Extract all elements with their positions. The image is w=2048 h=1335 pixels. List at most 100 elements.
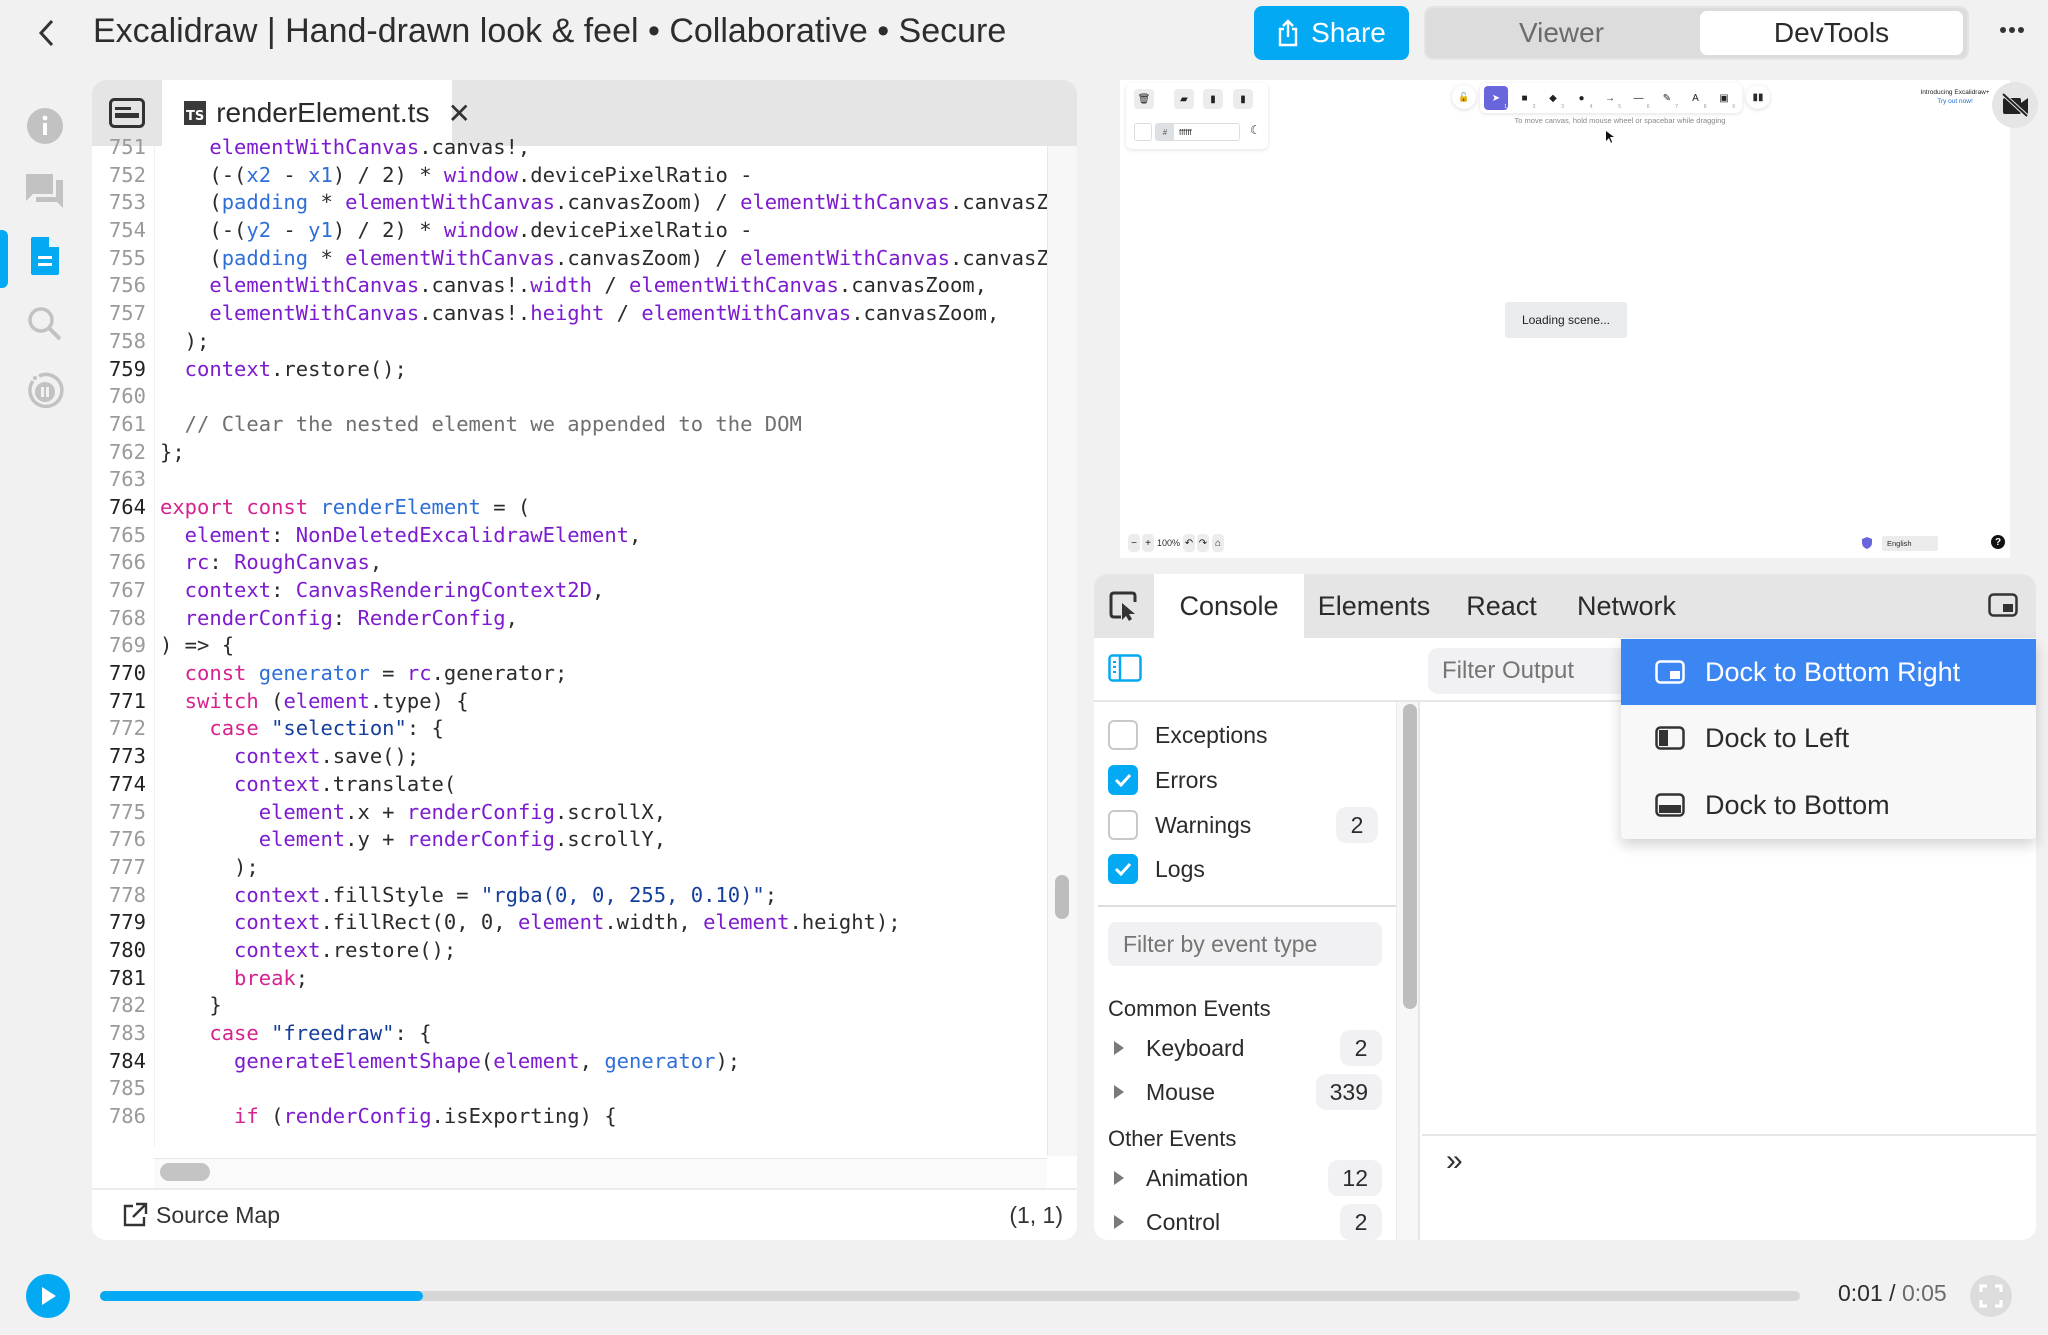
rail-item-info[interactable] bbox=[24, 105, 66, 147]
preview-tool-6[interactable]: —6 bbox=[1627, 86, 1651, 111]
preview-export-icon[interactable]: ▮ bbox=[1233, 89, 1253, 109]
preview-redo-button[interactable]: ↷ bbox=[1197, 534, 1209, 552]
line-number[interactable]: 764 bbox=[92, 494, 152, 522]
code-horizontal-scrollbar[interactable] bbox=[154, 1158, 1047, 1188]
filter-warnings[interactable]: Warnings 2 bbox=[1108, 807, 1378, 843]
line-number[interactable]: 786 bbox=[92, 1103, 152, 1131]
line-number[interactable]: 755 bbox=[92, 245, 152, 273]
line-number[interactable]: 761 bbox=[92, 411, 152, 439]
line-number[interactable]: 772 bbox=[92, 715, 152, 743]
preview-dark-mode-icon[interactable]: ☾ bbox=[1250, 123, 1261, 137]
fullscreen-button[interactable] bbox=[1970, 1275, 2012, 1317]
event-row-mouse[interactable]: Mouse 339 bbox=[1108, 1074, 1382, 1110]
line-number[interactable]: 756 bbox=[92, 272, 152, 300]
line-number[interactable]: 774 bbox=[92, 771, 152, 799]
line-number[interactable]: 751 bbox=[92, 134, 152, 162]
playback-progress-bar[interactable] bbox=[100, 1291, 1800, 1301]
tab-network[interactable]: Network bbox=[1559, 574, 1694, 638]
line-number[interactable]: 763 bbox=[92, 466, 152, 494]
line-number[interactable]: 757 bbox=[92, 300, 152, 328]
devtools-mode-button[interactable]: DevTools bbox=[1700, 11, 1963, 55]
rail-item-sources[interactable] bbox=[24, 235, 66, 277]
preview-open-icon[interactable]: ▰ bbox=[1174, 89, 1194, 109]
logs-checkbox[interactable] bbox=[1108, 854, 1138, 884]
inspect-element-button[interactable] bbox=[1094, 574, 1154, 638]
toggle-filter-sidebar-button[interactable] bbox=[1108, 654, 1142, 684]
preview-eraser-button[interactable]: ⌂ bbox=[1212, 534, 1224, 552]
line-number[interactable]: 765 bbox=[92, 522, 152, 550]
line-number[interactable]: 779 bbox=[92, 909, 152, 937]
line-number[interactable]: 768 bbox=[92, 605, 152, 633]
code-vertical-scrollbar[interactable] bbox=[1047, 146, 1077, 1156]
source-map-link[interactable]: Source Map bbox=[122, 1202, 280, 1229]
viewer-mode-button[interactable]: Viewer bbox=[1429, 11, 1694, 55]
line-number[interactable]: 785 bbox=[92, 1075, 152, 1103]
code-vertical-scroll-thumb[interactable] bbox=[1055, 875, 1069, 919]
line-number[interactable]: 766 bbox=[92, 549, 152, 577]
line-number[interactable]: 762 bbox=[92, 439, 152, 467]
play-button[interactable] bbox=[26, 1274, 70, 1318]
rail-item-comments[interactable] bbox=[24, 170, 66, 212]
line-number[interactable]: 787 bbox=[92, 1131, 152, 1134]
preview-tool-3[interactable]: ◆ 3 bbox=[1541, 86, 1565, 111]
filter-exceptions[interactable]: Exceptions bbox=[1108, 717, 1378, 753]
preview-promo-link[interactable]: Try out now! bbox=[1937, 98, 1973, 105]
line-number[interactable]: 754 bbox=[92, 217, 152, 245]
line-number[interactable]: 775 bbox=[92, 799, 152, 827]
event-type-filter-input[interactable] bbox=[1108, 922, 1382, 966]
preview-tool-4[interactable]: ● 4 bbox=[1570, 86, 1594, 111]
camera-off-button[interactable] bbox=[1992, 82, 2038, 128]
line-number[interactable]: 783 bbox=[92, 1020, 152, 1048]
dock-position-button[interactable] bbox=[1986, 590, 2020, 620]
line-number[interactable]: 752 bbox=[92, 162, 152, 190]
rail-item-events[interactable] bbox=[24, 370, 66, 412]
event-row-keyboard[interactable]: Keyboard 2 bbox=[1108, 1030, 1382, 1066]
share-button[interactable]: Share bbox=[1254, 6, 1409, 60]
back-button[interactable] bbox=[30, 14, 64, 52]
preview-tool-2[interactable]: ■ 2 bbox=[1513, 86, 1537, 111]
line-number[interactable]: 770 bbox=[92, 660, 152, 688]
tab-react[interactable]: React bbox=[1444, 574, 1559, 638]
preview-lock-icon[interactable]: 🔓 bbox=[1452, 85, 1476, 109]
filter-logs[interactable]: Logs bbox=[1108, 851, 1378, 887]
preview-tool-8[interactable]: A8 bbox=[1684, 86, 1708, 111]
code-horizontal-scroll-thumb[interactable] bbox=[160, 1163, 210, 1181]
line-number[interactable]: 780 bbox=[92, 937, 152, 965]
code-view[interactable]: 751 elementWithCanvas.canvas!, 752 (-(x2 … bbox=[92, 134, 1047, 1134]
line-number[interactable]: 753 bbox=[92, 189, 152, 217]
line-number[interactable]: 776 bbox=[92, 826, 152, 854]
preview-tool-9[interactable]: ▣ 9 bbox=[1712, 86, 1736, 111]
dock-to-bottom-right-option[interactable]: Dock to Bottom Right bbox=[1621, 639, 2036, 705]
more-options-button[interactable] bbox=[1994, 16, 2030, 44]
preview-language-select[interactable]: English bbox=[1882, 536, 1938, 551]
line-number[interactable]: 773 bbox=[92, 743, 152, 771]
preview-clear-canvas-icon[interactable]: 🗑 bbox=[1134, 89, 1154, 109]
preview-zoom-out-button[interactable]: − bbox=[1128, 534, 1140, 552]
preview-help-icon[interactable]: ? bbox=[1991, 535, 2005, 549]
filters-scroll-thumb[interactable] bbox=[1403, 704, 1417, 1009]
app-preview[interactable]: 🗑 ▰ ▮ ▮ # ffffff ☾ 🔓 ➤ 1 ■ 2 ◆ 3 ● 4 → 5—6 ✎ 7 A 8 ▣ 9 … bbox=[1120, 80, 2010, 558]
preview-undo-button[interactable]: ↶ bbox=[1183, 534, 1195, 552]
preview-bg-color-input[interactable]: # ffffff bbox=[1155, 123, 1240, 141]
exceptions-checkbox[interactable] bbox=[1108, 720, 1138, 750]
preview-tool-1[interactable]: ➤ 1 bbox=[1484, 86, 1508, 110]
console-prompt[interactable]: » bbox=[1446, 1144, 1463, 1178]
close-tab-icon[interactable]: ✕ bbox=[447, 97, 470, 130]
tab-elements[interactable]: Elements bbox=[1304, 574, 1444, 638]
event-row-animation[interactable]: Animation 12 bbox=[1108, 1160, 1382, 1196]
dock-to-left-option[interactable]: Dock to Left bbox=[1621, 705, 2036, 771]
preview-save-icon[interactable]: ▮ bbox=[1203, 89, 1223, 109]
filter-errors[interactable]: Errors bbox=[1108, 762, 1378, 798]
event-row-control[interactable]: Control 2 bbox=[1108, 1204, 1382, 1240]
preview-bg-swatch[interactable] bbox=[1134, 123, 1152, 141]
line-number[interactable]: 781 bbox=[92, 965, 152, 993]
line-number[interactable]: 760 bbox=[92, 383, 152, 411]
line-number[interactable]: 777 bbox=[92, 854, 152, 882]
line-number[interactable]: 758 bbox=[92, 328, 152, 356]
line-number[interactable]: 759 bbox=[92, 356, 152, 384]
warnings-checkbox[interactable] bbox=[1108, 810, 1138, 840]
line-number[interactable]: 767 bbox=[92, 577, 152, 605]
line-number[interactable]: 778 bbox=[92, 882, 152, 910]
preview-library-icon[interactable]: ▮▮ bbox=[1746, 85, 1770, 109]
preview-tool-5[interactable]: → 5 bbox=[1598, 86, 1622, 111]
